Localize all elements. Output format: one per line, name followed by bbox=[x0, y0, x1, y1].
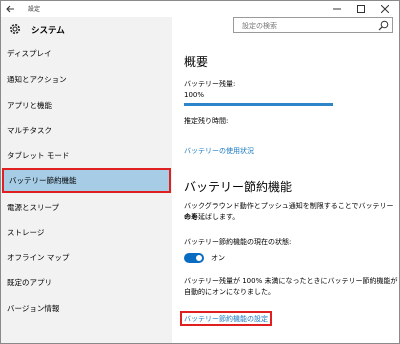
maximize-icon bbox=[357, 4, 365, 13]
battery-saver-title: バッテリー節約機能 bbox=[184, 180, 293, 194]
sidebar-item-label: オフライン マップ bbox=[7, 253, 70, 262]
sidebar: システム ディスプレイ 通知とアクション アプリと機能 マルチタスク タブレット… bbox=[1, 17, 172, 343]
sidebar-item-label: 電源とスリープ bbox=[7, 203, 60, 212]
sidebar-header: システム bbox=[1, 17, 172, 41]
back-button[interactable] bbox=[3, 2, 17, 16]
sidebar-item-about[interactable]: バージョン情報 bbox=[1, 296, 172, 321]
maximize-button[interactable] bbox=[349, 1, 373, 16]
sidebar-item-label: タブレット モード bbox=[7, 151, 70, 160]
window-title: 設定 bbox=[28, 6, 41, 13]
battery-remaining-label: バッテリー残量: bbox=[184, 80, 236, 88]
sidebar-item-label: ディスプレイ bbox=[7, 49, 52, 58]
sidebar-item-multitasking[interactable]: マルチタスク bbox=[1, 118, 172, 143]
minimize-icon bbox=[333, 8, 341, 9]
close-icon bbox=[381, 4, 389, 13]
battery-level-bar bbox=[184, 103, 333, 106]
minimize-button[interactable] bbox=[325, 1, 349, 16]
battery-saver-settings-link[interactable]: バッテリー節約機能の設定 bbox=[184, 314, 268, 324]
battery-level-fill bbox=[184, 103, 333, 106]
sidebar-item-label: バージョン情報 bbox=[7, 304, 60, 313]
battery-saver-toggle[interactable] bbox=[184, 253, 204, 263]
toggle-state-label: オン bbox=[211, 254, 225, 262]
sidebar-item-label: 既定のアプリ bbox=[7, 278, 52, 287]
sidebar-item-battery-saver[interactable]: バッテリー節約機能 bbox=[2, 168, 171, 193]
sidebar-item-notifications[interactable]: 通知とアクション bbox=[1, 67, 172, 92]
auto-on-line1: バッテリー残量が 100% 未満になったときにバッテリー節約機能が bbox=[184, 277, 398, 285]
main-content: 概要 バッテリー残量: 100% 推定残り時間: バッテリーの使用状況 バッテリ… bbox=[172, 17, 400, 343]
estimated-time-label: 推定残り時間: bbox=[184, 117, 229, 125]
sidebar-item-label: ストレージ bbox=[7, 228, 45, 237]
sidebar-item-apps[interactable]: アプリと機能 bbox=[1, 93, 172, 118]
current-state-label: バッテリー節約機能の現在の状態: bbox=[184, 238, 292, 246]
sidebar-item-label: マルチタスク bbox=[7, 126, 52, 135]
sidebar-item-label: 通知とアクション bbox=[7, 75, 67, 84]
sidebar-item-label: アプリと機能 bbox=[7, 101, 52, 110]
close-button[interactable] bbox=[373, 1, 397, 16]
sidebar-item-offline-maps[interactable]: オフライン マップ bbox=[1, 245, 172, 270]
sidebar-item-storage[interactable]: ストレージ bbox=[1, 220, 172, 245]
sidebar-item-display[interactable]: ディスプレイ bbox=[1, 41, 172, 66]
sidebar-item-tablet-mode[interactable]: タブレット モード bbox=[1, 143, 172, 168]
title-bar: 設定 bbox=[1, 1, 399, 17]
toggle-knob bbox=[196, 255, 202, 261]
sidebar-item-label: バッテリー節約機能 bbox=[9, 176, 77, 185]
sidebar-item-default-apps[interactable]: 既定のアプリ bbox=[1, 270, 172, 295]
settings-window: 設定 システム ディスプレイ 通知とアクション アプリと機能 マルチタスク タブ… bbox=[0, 0, 400, 344]
back-arrow-icon bbox=[6, 5, 14, 13]
saver-description-line2: 命を延ばします。 bbox=[184, 213, 240, 221]
auto-on-line2: 自動的にオンになりました。 bbox=[184, 288, 275, 296]
battery-usage-link[interactable]: バッテリーの使用状況 bbox=[184, 146, 254, 156]
sidebar-item-power-sleep[interactable]: 電源とスリープ bbox=[1, 195, 172, 220]
battery-percent: 100% bbox=[184, 91, 205, 99]
sidebar-title: システム bbox=[31, 26, 65, 36]
overview-title: 概要 bbox=[184, 55, 209, 69]
gear-icon bbox=[10, 24, 20, 34]
